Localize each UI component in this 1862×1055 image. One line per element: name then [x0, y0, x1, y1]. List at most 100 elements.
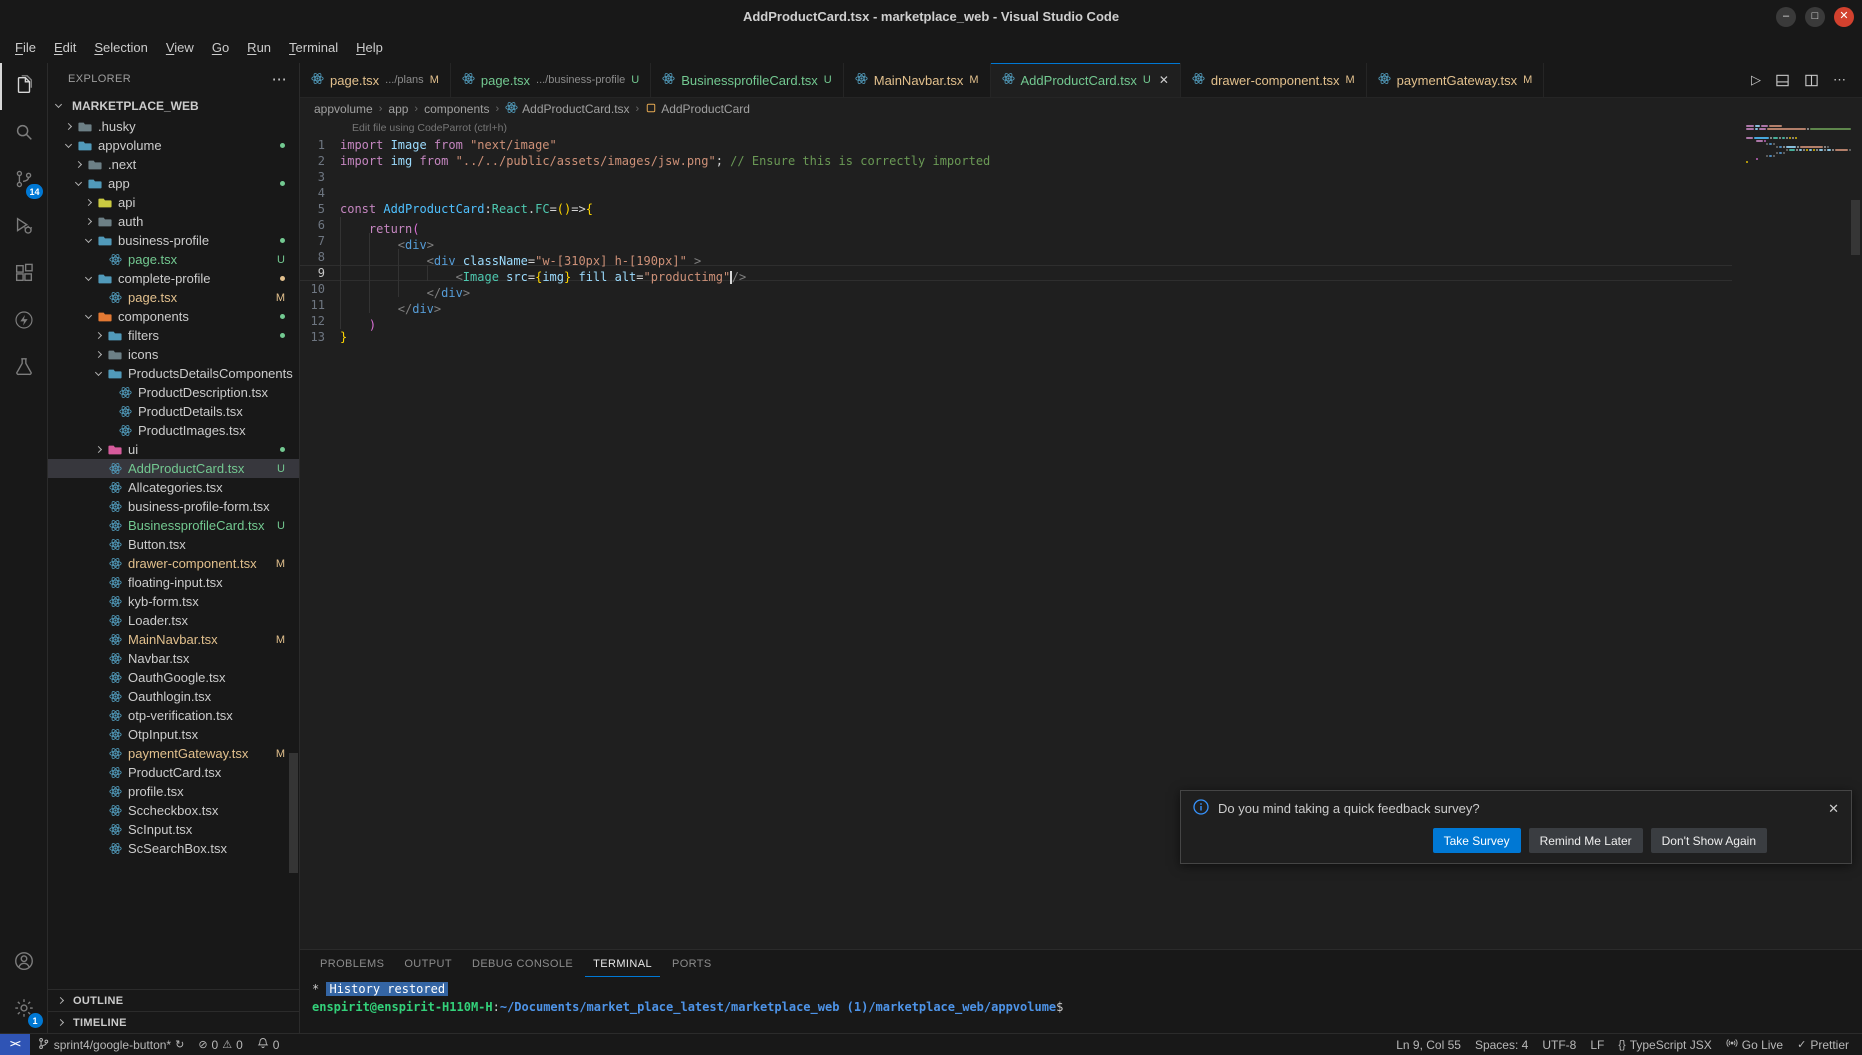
code-line-13[interactable]: 13}	[300, 329, 1732, 345]
status-indentation[interactable]: Spaces: 4	[1468, 1034, 1535, 1055]
folder-filters[interactable]: filters	[48, 326, 299, 345]
activity-source-control[interactable]: 14	[0, 157, 48, 204]
folder-ui[interactable]: ui	[48, 440, 299, 459]
file-drawer-component.tsx[interactable]: drawer-component.tsxM	[48, 554, 299, 573]
menu-run[interactable]: Run	[238, 37, 280, 59]
menu-selection[interactable]: Selection	[85, 37, 156, 59]
status-prettier[interactable]: ✓Prettier	[1790, 1034, 1856, 1055]
editor-scrollbar[interactable]	[1851, 200, 1860, 255]
code-line-6[interactable]: 6return(	[300, 217, 1732, 233]
remote-indicator[interactable]: ><	[0, 1034, 30, 1055]
tab-paymentGateway.tsx[interactable]: paymentGateway.tsxM	[1367, 63, 1545, 97]
folder-ProductsDetailsComponents[interactable]: ProductsDetailsComponents	[48, 364, 299, 383]
folder-app[interactable]: app	[48, 174, 299, 193]
tree-root-marketplace-web[interactable]: MARKETPLACE_WEB	[48, 95, 299, 117]
minimap[interactable]	[1746, 125, 1846, 164]
panel-tab-debug-console[interactable]: DEBUG CONSOLE	[464, 950, 581, 977]
file-ProductDescription.tsx[interactable]: ProductDescription.tsx	[48, 383, 299, 402]
status-language-mode[interactable]: {}TypeScript JSX	[1611, 1034, 1718, 1055]
status-cursor-position[interactable]: Ln 9, Col 55	[1389, 1034, 1468, 1055]
panel-tab-terminal[interactable]: TERMINAL	[585, 950, 660, 977]
file-page.tsx[interactable]: page.tsxU	[48, 250, 299, 269]
timeline-section[interactable]: TIMELINE	[48, 1011, 299, 1033]
code-line-1[interactable]: 1import Image from "next/image"	[300, 137, 1732, 153]
outline-section[interactable]: OUTLINE	[48, 989, 299, 1011]
don-t-show-again-button[interactable]: Don't Show Again	[1651, 828, 1767, 853]
maximize-button[interactable]: □	[1805, 7, 1825, 27]
menu-help[interactable]: Help	[347, 37, 392, 59]
close-tab-icon[interactable]: ✕	[1159, 73, 1169, 87]
activity-search[interactable]	[0, 110, 48, 157]
tab-MainNavbar.tsx[interactable]: MainNavbar.tsxM	[844, 63, 991, 97]
file-ScInput.tsx[interactable]: ScInput.tsx	[48, 820, 299, 839]
more-actions-icon[interactable]: ⋯	[1833, 72, 1846, 88]
file-BusinessprofileCard.tsx[interactable]: BusinessprofileCard.tsxU	[48, 516, 299, 535]
panel-tab-ports[interactable]: PORTS	[664, 950, 720, 977]
file-Navbar.tsx[interactable]: Navbar.tsx	[48, 649, 299, 668]
breadcrumb-app[interactable]: app	[388, 102, 408, 116]
git-branch-status[interactable]: sprint4/google-button* ↻	[30, 1034, 192, 1055]
split-editor-icon[interactable]	[1804, 73, 1819, 88]
code-line-12[interactable]: 12)	[300, 313, 1732, 329]
breadcrumb-appvolume[interactable]: appvolume	[314, 102, 373, 116]
tab-page.tsx[interactable]: page.tsx.../plansM	[300, 63, 451, 97]
code-line-3[interactable]: 3	[300, 169, 1732, 185]
notifications-status[interactable]: 0	[250, 1034, 287, 1055]
code-line-11[interactable]: 11</div>	[300, 297, 1732, 313]
folder-api[interactable]: api	[48, 193, 299, 212]
panel-tab-problems[interactable]: PROBLEMS	[312, 950, 392, 977]
activity-testing[interactable]	[0, 345, 48, 392]
activity-explorer[interactable]	[0, 63, 48, 110]
code-line-7[interactable]: 7<div>	[300, 233, 1732, 249]
notification-close-icon[interactable]: ✕	[1828, 801, 1839, 817]
breadcrumb-AddProductCard[interactable]: AddProductCard	[645, 102, 750, 117]
problems-status[interactable]: ⊘ 0 ⚠ 0	[191, 1034, 249, 1055]
file-MainNavbar.tsx[interactable]: MainNavbar.tsxM	[48, 630, 299, 649]
menu-file[interactable]: File	[6, 37, 45, 59]
folder-appvolume[interactable]: appvolume	[48, 136, 299, 155]
file-kyb-form.tsx[interactable]: kyb-form.tsx	[48, 592, 299, 611]
status-eol[interactable]: LF	[1583, 1034, 1611, 1055]
code-line-8[interactable]: 8<div className="w-[310px] h-[190px]" >	[300, 249, 1732, 265]
activity-thunder-client[interactable]	[0, 298, 48, 345]
activity-settings[interactable]: 1	[0, 986, 48, 1033]
file-Button.tsx[interactable]: Button.tsx	[48, 535, 299, 554]
file-ProductImages.tsx[interactable]: ProductImages.tsx	[48, 421, 299, 440]
file-otp-verification.tsx[interactable]: otp-verification.tsx	[48, 706, 299, 725]
file-Sccheckbox.tsx[interactable]: Sccheckbox.tsx	[48, 801, 299, 820]
file-page.tsx[interactable]: page.tsxM	[48, 288, 299, 307]
code-line-5[interactable]: 5const AddProductCard:React.FC=()=>{	[300, 201, 1732, 217]
status-go-live[interactable]: Go Live	[1719, 1034, 1790, 1055]
code-line-2[interactable]: 2import img from "../../public/assets/im…	[300, 153, 1732, 169]
code-line-4[interactable]: 4	[300, 185, 1732, 201]
file-OtpInput.tsx[interactable]: OtpInput.tsx	[48, 725, 299, 744]
menu-edit[interactable]: Edit	[45, 37, 85, 59]
tab-page.tsx[interactable]: page.tsx.../business-profileU	[451, 63, 651, 97]
close-button[interactable]: ✕	[1834, 7, 1854, 27]
file-OauthGoogle.tsx[interactable]: OauthGoogle.tsx	[48, 668, 299, 687]
minimize-button[interactable]: –	[1776, 7, 1796, 27]
menu-view[interactable]: View	[157, 37, 203, 59]
file-Oauthlogin.tsx[interactable]: Oauthlogin.tsx	[48, 687, 299, 706]
status-encoding[interactable]: UTF-8	[1535, 1034, 1583, 1055]
file-Allcategories.tsx[interactable]: Allcategories.tsx	[48, 478, 299, 497]
file-AddProductCard.tsx[interactable]: AddProductCard.tsxU	[48, 459, 299, 478]
file-floating-input.tsx[interactable]: floating-input.tsx	[48, 573, 299, 592]
tab-drawer-component.tsx[interactable]: drawer-component.tsxM	[1181, 63, 1367, 97]
activity-run-and-debug[interactable]	[0, 204, 48, 251]
tab-AddProductCard.tsx[interactable]: AddProductCard.tsxU✕	[991, 63, 1181, 97]
terminal[interactable]: * History restored enspirit@enspirit-H11…	[300, 977, 1862, 1033]
folder-.husky[interactable]: .husky	[48, 117, 299, 136]
breadcrumb-components[interactable]: components	[424, 102, 489, 116]
menu-go[interactable]: Go	[203, 37, 238, 59]
activity-extensions[interactable]	[0, 251, 48, 298]
run-button[interactable]: ▷	[1751, 72, 1761, 88]
folder-icons[interactable]: icons	[48, 345, 299, 364]
take-survey-button[interactable]: Take Survey	[1433, 828, 1521, 853]
folder-components[interactable]: components	[48, 307, 299, 326]
breadcrumb-AddProductCard.tsx[interactable]: AddProductCard.tsx	[505, 101, 629, 117]
file-ProductCard.tsx[interactable]: ProductCard.tsx	[48, 763, 299, 782]
toggle-layout-icon[interactable]	[1775, 73, 1790, 88]
file-Loader.tsx[interactable]: Loader.tsx	[48, 611, 299, 630]
folder-.next[interactable]: .next	[48, 155, 299, 174]
